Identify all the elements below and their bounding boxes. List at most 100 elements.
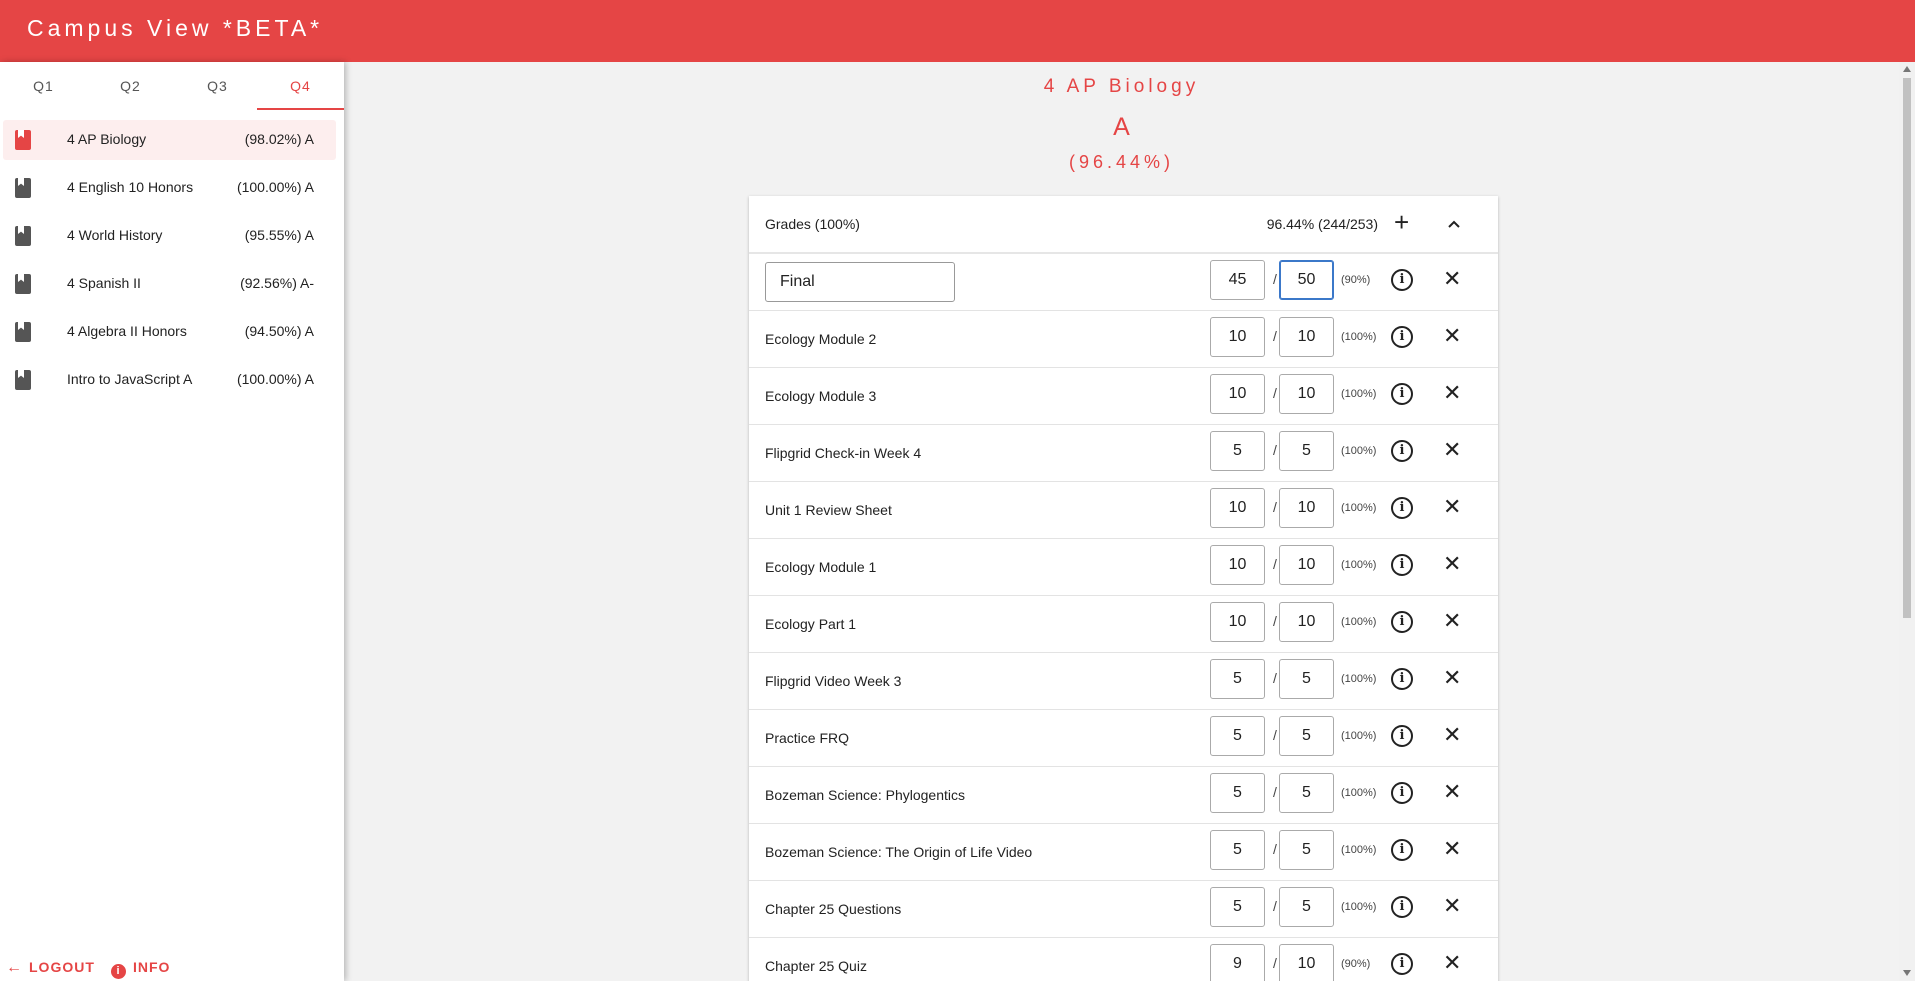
info-icon[interactable]: i	[1391, 782, 1413, 804]
assignment-row: Bozeman Science: Phylogentics / (100%) i…	[749, 767, 1498, 824]
score-input[interactable]	[1210, 659, 1265, 699]
page-scrollbar[interactable]	[1899, 62, 1915, 981]
book-icon	[15, 130, 31, 150]
info-icon[interactable]: i	[1391, 440, 1413, 462]
score-input[interactable]	[1210, 488, 1265, 528]
assignment-name: Bozeman Science: The Origin of Life Vide…	[765, 844, 1033, 860]
assignment-percent: (100%)	[1341, 331, 1377, 343]
score-input[interactable]	[1210, 830, 1265, 870]
max-score-input[interactable]	[1279, 602, 1334, 642]
close-icon[interactable]: ✕	[1443, 836, 1461, 862]
sidebar: Q1 Q2 Q3 Q4 4 AP Biology (98.02%) A 4 En…	[0, 62, 344, 981]
scroll-up-arrow-icon[interactable]	[1903, 66, 1911, 72]
max-score-input[interactable]	[1279, 488, 1334, 528]
max-score-input[interactable]	[1279, 260, 1334, 300]
assignment-row: Chapter 25 Questions / (100%) i ✕	[749, 881, 1498, 938]
score-input[interactable]	[1210, 374, 1265, 414]
max-score-input[interactable]	[1279, 545, 1334, 585]
score-input[interactable]	[1210, 545, 1265, 585]
score-input[interactable]	[1210, 944, 1265, 981]
max-score-input[interactable]	[1279, 830, 1334, 870]
course-item-world-history[interactable]: 4 World History (95.55%) A	[3, 216, 336, 256]
assignment-row: Ecology Module 1 / (100%) i ✕	[749, 539, 1498, 596]
max-score-input[interactable]	[1279, 887, 1334, 927]
course-item-english-10-honors[interactable]: 4 English 10 Honors (100.00%) A	[3, 168, 336, 208]
tab-q1[interactable]: Q1	[0, 62, 87, 110]
max-score-input[interactable]	[1279, 659, 1334, 699]
assignment-percent: (100%)	[1341, 388, 1377, 400]
assignment-name: Ecology Module 2	[765, 331, 877, 347]
max-score-input[interactable]	[1279, 944, 1334, 981]
close-icon[interactable]: ✕	[1443, 893, 1461, 919]
max-score-input[interactable]	[1279, 431, 1334, 471]
info-icon[interactable]: i	[1391, 269, 1413, 291]
info-icon[interactable]: i	[1391, 953, 1413, 975]
info-icon[interactable]: i	[1391, 725, 1413, 747]
info-button[interactable]: i INFO	[111, 952, 170, 981]
close-icon[interactable]: ✕	[1443, 608, 1461, 634]
assignment-row: / (90%) i ✕	[749, 254, 1498, 311]
score-input[interactable]	[1210, 773, 1265, 813]
max-score-input[interactable]	[1279, 374, 1334, 414]
category-header: Grades (100%) 96.44% (244/253) +	[749, 196, 1498, 254]
assignment-name: Flipgrid Video Week 3	[765, 673, 902, 689]
slash-separator: /	[1273, 271, 1277, 287]
app-title: Campus View *BETA*	[27, 15, 324, 41]
info-icon[interactable]: i	[1391, 611, 1413, 633]
info-icon[interactable]: i	[1391, 497, 1413, 519]
close-icon[interactable]: ✕	[1443, 323, 1461, 349]
course-item-intro-to-javascript[interactable]: Intro to JavaScript A (100.00%) A	[3, 360, 336, 400]
assignment-row: Bozeman Science: The Origin of Life Vide…	[749, 824, 1498, 881]
arrow-left-icon: ←	[6, 959, 23, 976]
course-percent: (96.44%)	[1068, 152, 1175, 172]
tab-q2[interactable]: Q2	[87, 62, 174, 110]
score-input[interactable]	[1210, 887, 1265, 927]
book-icon	[15, 370, 31, 390]
info-icon[interactable]: i	[1391, 383, 1413, 405]
assignment-row: Practice FRQ / (100%) i ✕	[749, 710, 1498, 767]
close-icon[interactable]: ✕	[1443, 950, 1461, 976]
info-icon[interactable]: i	[1391, 326, 1413, 348]
assignment-row: Flipgrid Video Week 3 / (100%) i ✕	[749, 653, 1498, 710]
close-icon[interactable]: ✕	[1443, 551, 1461, 577]
close-icon[interactable]: ✕	[1443, 437, 1461, 463]
max-score-input[interactable]	[1279, 716, 1334, 756]
score-input[interactable]	[1210, 317, 1265, 357]
close-icon[interactable]: ✕	[1443, 494, 1461, 520]
tab-q3[interactable]: Q3	[174, 62, 261, 110]
course-item-spanish-ii[interactable]: 4 Spanish II (92.56%) A-	[3, 264, 336, 304]
score-input[interactable]	[1210, 431, 1265, 471]
course-item-algebra-ii-honors[interactable]: 4 Algebra II Honors (94.50%) A	[3, 312, 336, 352]
info-icon: i	[111, 964, 126, 979]
score-input[interactable]	[1210, 716, 1265, 756]
chevron-up-icon[interactable]	[1446, 216, 1462, 232]
info-icon[interactable]: i	[1391, 896, 1413, 918]
slash-separator: /	[1273, 841, 1277, 857]
course-name: 4 AP Biology	[67, 131, 147, 147]
info-icon[interactable]: i	[1391, 839, 1413, 861]
max-score-input[interactable]	[1279, 317, 1334, 357]
course-name: Intro to JavaScript A	[67, 371, 193, 387]
course-title: 4 AP Biology	[1043, 76, 1200, 97]
info-icon[interactable]: i	[1391, 554, 1413, 576]
scroll-down-arrow-icon[interactable]	[1903, 970, 1911, 976]
add-assignment-button[interactable]: +	[1394, 209, 1409, 235]
quarter-tabs: Q1 Q2 Q3 Q4	[0, 62, 344, 110]
assignment-name-input[interactable]	[765, 262, 955, 302]
score-input[interactable]	[1210, 260, 1265, 300]
letter-grade: A	[1113, 113, 1130, 141]
close-icon[interactable]: ✕	[1443, 722, 1461, 748]
score-input[interactable]	[1210, 602, 1265, 642]
course-item-ap-biology[interactable]: 4 AP Biology (98.02%) A	[3, 120, 336, 160]
assignment-name: Chapter 25 Quiz	[765, 958, 867, 974]
max-score-input[interactable]	[1279, 773, 1334, 813]
scrollbar-thumb[interactable]	[1903, 78, 1911, 618]
close-icon[interactable]: ✕	[1443, 380, 1461, 406]
close-icon[interactable]: ✕	[1443, 266, 1461, 292]
close-icon[interactable]: ✕	[1443, 779, 1461, 805]
info-icon[interactable]: i	[1391, 668, 1413, 690]
logout-label: LOGOUT	[29, 959, 95, 975]
tab-q4[interactable]: Q4	[257, 62, 344, 110]
logout-button[interactable]: ← LOGOUT	[6, 952, 95, 981]
close-icon[interactable]: ✕	[1443, 665, 1461, 691]
